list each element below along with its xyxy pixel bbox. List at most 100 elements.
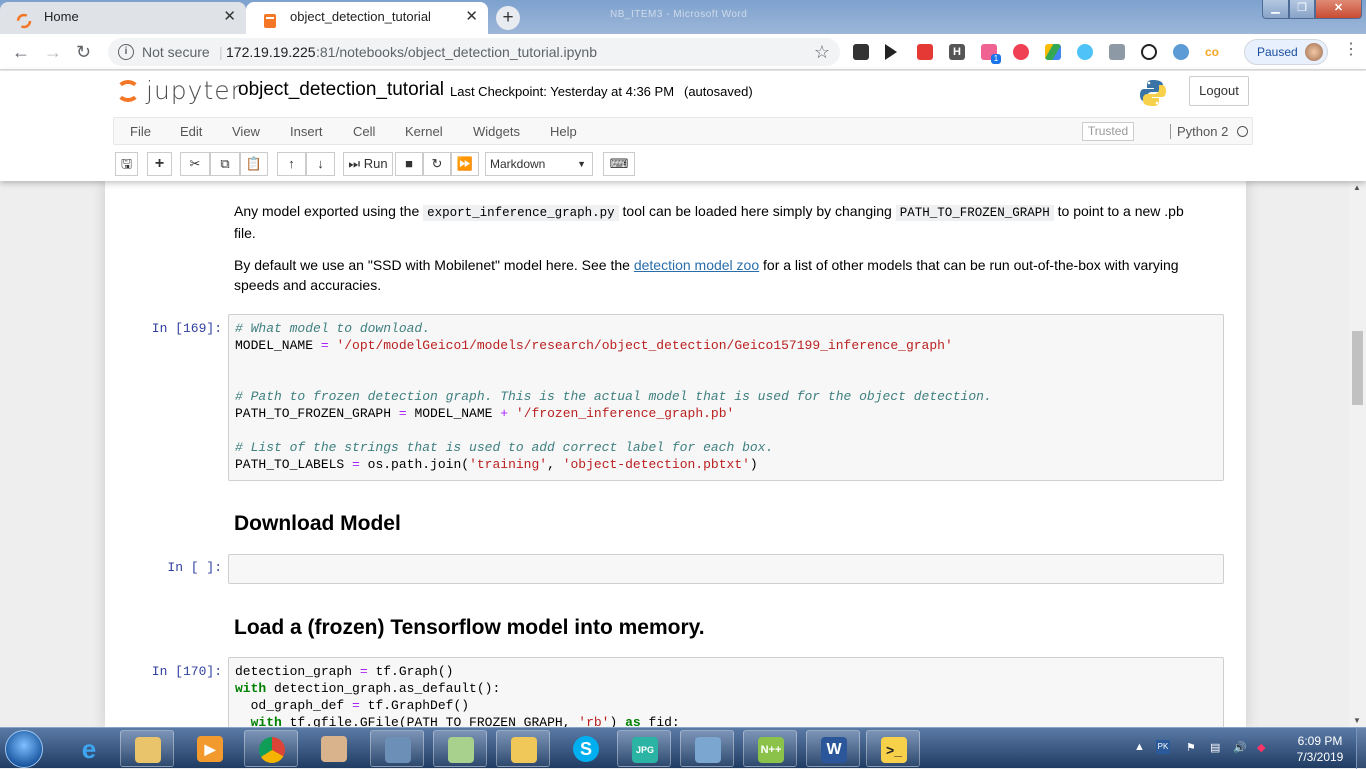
clock-icon[interactable] <box>1141 44 1157 60</box>
avatar <box>1305 43 1323 61</box>
taskbar-ie[interactable]: e <box>62 730 116 767</box>
show-desktop-button[interactable] <box>1356 728 1366 769</box>
minimize-button[interactable]: ▁ <box>1262 0 1289 19</box>
profile-button[interactable]: Paused <box>1244 39 1328 65</box>
vertical-scrollbar[interactable]: ▲ ▼ <box>1349 181 1366 727</box>
notebook-scroll-area[interactable]: Any model exported using the export_infe… <box>0 181 1366 727</box>
markdown-cell[interactable]: By default we use an "SSD with Mobilenet… <box>234 255 1224 295</box>
scroll-up-icon[interactable]: ▲ <box>1353 183 1361 192</box>
tab-title: Home <box>44 9 79 24</box>
restart-icon[interactable]: ↻ <box>423 152 451 176</box>
security-tray-icon[interactable]: ◆ <box>1257 741 1265 754</box>
browser-tabstrip: Home ✕ object_detection_tutorial ✕ + NB_… <box>0 0 1366 34</box>
inline-code: export_inference_graph.py <box>423 205 619 221</box>
menu-widgets[interactable]: Widgets <box>473 124 520 139</box>
scroll-down-icon[interactable]: ▼ <box>1353 716 1361 725</box>
taskbar-jpg[interactable]: JPG <box>617 730 671 767</box>
menu-help[interactable]: Help <box>550 124 577 139</box>
h-icon[interactable]: H <box>949 44 965 60</box>
restart-run-all-icon[interactable]: ⏩ <box>451 152 479 176</box>
camera-icon[interactable] <box>853 44 869 60</box>
volume-icon[interactable]: 🔊 <box>1233 741 1247 754</box>
keyboard-icon[interactable]: ⌨ <box>603 152 635 176</box>
run-button[interactable]: ⏭ Run <box>343 152 393 176</box>
taskbar-word[interactable]: W <box>806 730 860 767</box>
copy-icon[interactable]: ⧉ <box>210 152 240 176</box>
scrollbar-thumb[interactable] <box>1352 331 1363 405</box>
tab-home[interactable]: Home ✕ <box>0 2 246 34</box>
close-icon[interactable]: ✕ <box>465 2 478 32</box>
drive-icon[interactable] <box>1045 44 1061 60</box>
image-icon[interactable] <box>1109 44 1125 60</box>
save-button[interactable]: 🖫 <box>115 152 138 176</box>
model-zoo-link[interactable]: detection model zoo <box>634 257 759 273</box>
show-hidden-icons[interactable]: ▲ <box>1134 741 1145 753</box>
network-tray-icon[interactable]: ▤ <box>1210 741 1220 754</box>
logout-button[interactable]: Logout <box>1189 76 1249 106</box>
pocket-icon[interactable] <box>1013 44 1029 60</box>
paste-icon[interactable]: 📋 <box>240 152 268 176</box>
taskbar-paint[interactable] <box>307 730 361 767</box>
folder-icon <box>448 737 474 763</box>
jupyter-header: jupyter object_detection_tutorial Last C… <box>0 71 1366 181</box>
taskbar-folder[interactable] <box>433 730 487 767</box>
co-icon[interactable]: co <box>1205 44 1221 60</box>
taskbar-chrome[interactable] <box>244 730 298 767</box>
cloud-icon[interactable] <box>1077 44 1093 60</box>
maximize-button[interactable]: ❐ <box>1289 0 1315 19</box>
taskbar-network[interactable] <box>370 730 424 767</box>
notebook-name[interactable]: object_detection_tutorial <box>238 79 444 101</box>
taskbar-photos[interactable] <box>680 730 734 767</box>
menu-icon[interactable]: ⋮ <box>1343 42 1359 58</box>
stop-icon[interactable]: ■ <box>395 152 423 176</box>
taskbar-media[interactable]: ▶ <box>183 730 237 767</box>
taskbar-python[interactable]: >_ <box>866 730 920 767</box>
menubar: File Edit View Insert Cell Kernel Widget… <box>113 117 1253 145</box>
heading-load-model: Load a (frozen) Tensorflow model into me… <box>234 616 705 639</box>
youtube-icon[interactable] <box>917 44 933 60</box>
move-down-icon[interactable]: ↓ <box>306 152 335 176</box>
menu-cell[interactable]: Cell <box>353 124 375 139</box>
action-center-icon[interactable]: ⚑ <box>1186 741 1196 754</box>
menu-kernel[interactable]: Kernel <box>405 124 443 139</box>
taskbar-explorer[interactable] <box>120 730 174 767</box>
code-cell[interactable]: # What model to download. MODEL_NAME = '… <box>228 314 1224 481</box>
paint-icon <box>321 736 347 762</box>
jupyter-logo-icon <box>116 80 140 102</box>
tab-notebook[interactable]: object_detection_tutorial ✕ <box>246 2 488 34</box>
system-clock[interactable]: 6:09 PM 7/3/2019 <box>1290 733 1350 765</box>
code-cell[interactable]: detection_graph = tf.Graph() with detect… <box>228 657 1224 727</box>
info-icon[interactable]: i <box>118 44 134 60</box>
bookmark-star-icon[interactable]: ☆ <box>814 42 830 63</box>
taskbar-outlook[interactable] <box>496 730 550 767</box>
taskbar-notepadpp[interactable]: N++ <box>743 730 797 767</box>
window-close-button[interactable]: ✕ <box>1315 0 1362 19</box>
trusted-indicator[interactable]: Trusted <box>1082 122 1134 141</box>
window-title: NB_ITEM3 - Microsoft Word <box>610 9 748 20</box>
play-icon[interactable] <box>885 44 897 60</box>
code-line: PATH_TO_LABELS = os.path.join('training'… <box>235 457 758 472</box>
menu-insert[interactable]: Insert <box>290 124 323 139</box>
start-button[interactable] <box>5 730 43 768</box>
reload-icon[interactable]: ↻ <box>76 42 91 62</box>
close-icon[interactable]: ✕ <box>223 2 236 32</box>
taskbar-skype[interactable]: S <box>559 730 613 767</box>
cut-icon[interactable]: ✂ <box>180 152 210 176</box>
menu-edit[interactable]: Edit <box>180 124 202 139</box>
autosave-status: (autosaved) <box>684 84 753 99</box>
address-bar[interactable]: i Not secure | 172.19.19.225 :81/noteboo… <box>108 38 840 66</box>
cell-prompt: In [ ]: <box>167 560 222 575</box>
cell-type-select[interactable]: Markdown ▼ <box>485 152 593 176</box>
menu-file[interactable]: File <box>130 124 151 139</box>
language-icon[interactable]: PK <box>1156 740 1170 754</box>
back-icon[interactable]: ← <box>12 42 30 62</box>
code-cell-empty[interactable] <box>228 554 1224 584</box>
markdown-cell[interactable]: Any model exported using the export_infe… <box>234 201 1224 243</box>
new-tab-button[interactable]: + <box>496 6 520 30</box>
forward-icon[interactable]: → <box>44 42 62 62</box>
weather-icon[interactable] <box>1173 44 1189 60</box>
media-player-icon: ▶ <box>197 736 223 762</box>
move-up-icon[interactable]: ↑ <box>277 152 306 176</box>
insert-cell-button[interactable]: + <box>147 152 172 176</box>
menu-view[interactable]: View <box>232 124 260 139</box>
